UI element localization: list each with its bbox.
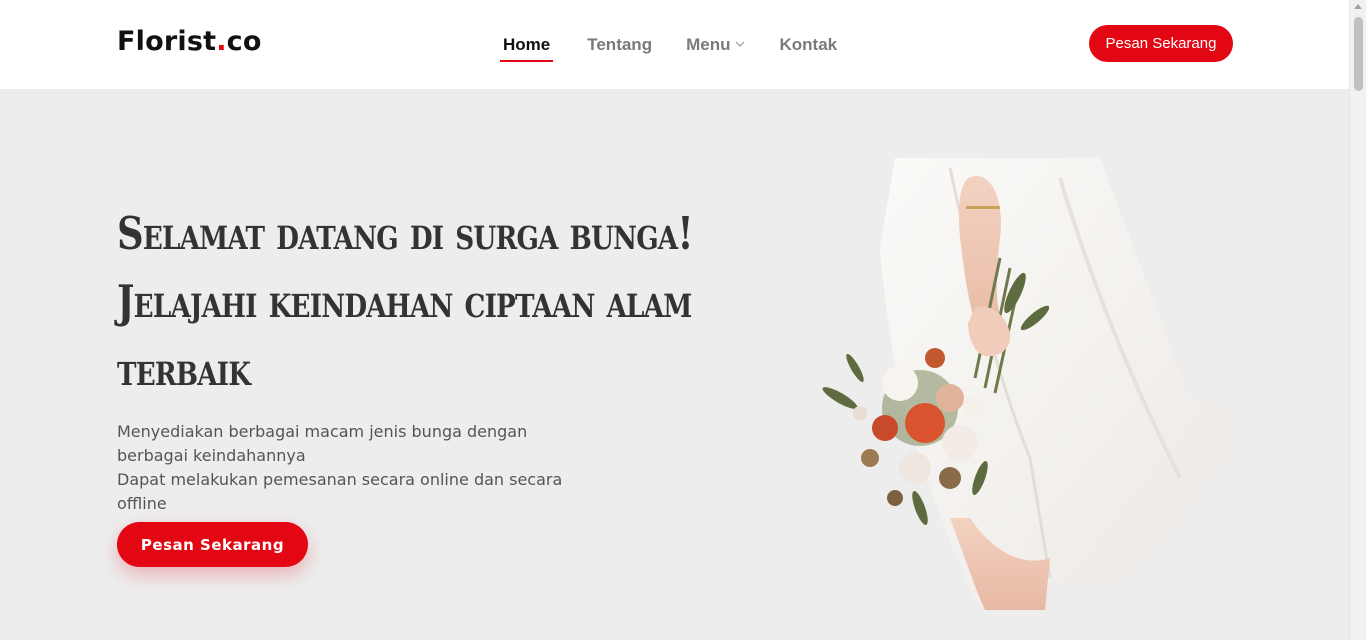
nav-label-home: Home	[503, 34, 551, 54]
nav-item-tentang[interactable]: Tentang	[587, 0, 652, 89]
brand-logo[interactable]: Florist.co	[117, 26, 262, 57]
nav-label-menu: Menu	[686, 34, 731, 54]
logo-text-tld: co	[226, 26, 262, 57]
nav-item-home[interactable]: Home	[500, 0, 554, 89]
nav-label-kontak: Kontak	[779, 34, 838, 54]
page-scrollbar[interactable]	[1349, 0, 1366, 640]
site-header: Florist.co Home Tentang Menu Kontak Pesa…	[0, 0, 1349, 89]
chevron-down-icon	[735, 38, 745, 50]
nav-item-kontak[interactable]: Kontak	[779, 0, 837, 89]
hero-title-line-2: Jelajahi keindahan ciptaan alam	[117, 275, 692, 328]
scroll-up-arrow-icon[interactable]	[1354, 4, 1362, 9]
nav-label-tentang: Tentang	[587, 34, 653, 54]
order-now-hero-button[interactable]: Pesan Sekarang	[117, 522, 308, 567]
scroll-thumb[interactable]	[1354, 17, 1363, 91]
hero-description: Menyediakan berbagai macam jenis bunga d…	[117, 420, 597, 516]
order-now-header-button[interactable]: Pesan Sekarang	[1089, 25, 1233, 62]
hero-description-line-2: Dapat melakukan pemesanan secara online …	[117, 470, 563, 513]
logo-text-main: Florist	[117, 26, 217, 57]
logo-dot: .	[216, 26, 227, 57]
main-nav: Home Tentang Menu Kontak	[500, 0, 871, 89]
hero-title-line-1: Selamat datang di surga bunga!	[117, 207, 694, 260]
hero-title-line-3: terbaik	[117, 343, 251, 396]
hero-description-line-1: Menyediakan berbagai macam jenis bunga d…	[117, 422, 528, 465]
hero-title: Selamat datang di surga bunga! Jelajahi …	[117, 200, 694, 404]
woman-with-bouquet-image	[800, 158, 1233, 610]
nav-item-menu[interactable]: Menu	[686, 0, 745, 89]
